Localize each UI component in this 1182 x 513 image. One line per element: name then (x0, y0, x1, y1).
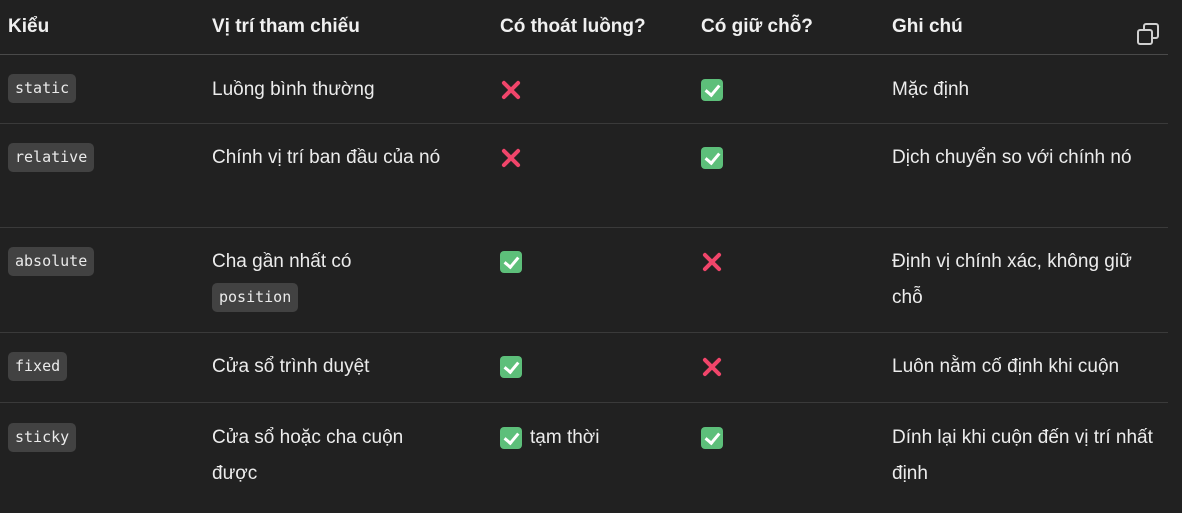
table-row: relative Chính vị trí ban đầu của nó Dịc… (0, 124, 1168, 228)
type-cell: static (8, 71, 77, 107)
note-cell: Dịch chuyển so với chính nó (892, 147, 1132, 168)
type-code: relative (8, 143, 95, 173)
reference-cell: Cha gần nhất có position (212, 244, 452, 316)
table-row: sticky Cửa sổ hoặc cha cuộn được tạm thờ… (0, 403, 1168, 503)
reference-code: position (212, 283, 299, 313)
cross-icon (701, 356, 723, 378)
cross-icon (500, 79, 522, 101)
out-of-flow-cell (500, 244, 522, 280)
out-of-flow-cell (500, 72, 522, 108)
keeps-space-cell (701, 349, 723, 385)
keeps-space-cell (701, 72, 723, 108)
out-of-flow-cell (500, 140, 522, 176)
type-cell: absolute (8, 244, 95, 280)
table-row: absolute Cha gần nhất có position Định v… (0, 228, 1168, 333)
out-of-flow-note: tạm thời (530, 427, 600, 448)
copy-icon-front (1137, 29, 1153, 45)
header-out-of-flow: Có thoát luồng? (500, 16, 646, 37)
check-icon (701, 78, 723, 101)
type-cell: sticky (8, 420, 77, 456)
header-note: Ghi chú (892, 16, 963, 37)
header-keeps-space: Có giữ chỗ? (701, 16, 813, 37)
out-of-flow-cell: tạm thời (500, 420, 599, 456)
header-reference: Vị trí tham chiếu (212, 16, 360, 37)
check-icon (701, 426, 723, 449)
type-code: static (8, 74, 77, 104)
reference-text: Cha gần nhất có (212, 251, 352, 272)
note-cell: Dính lại khi cuộn đến vị trí nhất định (892, 427, 1153, 484)
check-icon (500, 355, 522, 378)
check-icon (500, 427, 522, 449)
note-cell: Định vị chính xác, không giữ chỗ (892, 251, 1132, 308)
cross-icon (500, 147, 522, 169)
check-icon (500, 250, 522, 273)
note-cell: Luôn nằm cố định khi cuộn (892, 356, 1120, 377)
reference-cell: Cửa sổ trình duyệt (212, 356, 370, 377)
type-cell: relative (8, 140, 95, 176)
type-code: absolute (8, 247, 95, 277)
reference-cell: Chính vị trí ban đầu của nó (212, 147, 441, 168)
table-row: fixed Cửa sổ trình duyệt Luôn nằm cố địn… (0, 333, 1168, 403)
copy-icon[interactable] (1136, 22, 1160, 46)
note-cell: Mặc định (892, 79, 970, 100)
check-icon (701, 146, 723, 169)
cross-icon (701, 251, 723, 273)
type-code: sticky (8, 423, 77, 453)
type-cell: fixed (8, 349, 68, 385)
keeps-space-cell (701, 420, 723, 456)
header-type: Kiểu (8, 16, 50, 37)
table-header: Kiểu Vị trí tham chiếu Có thoát luồng? C… (0, 0, 1168, 55)
type-code: fixed (8, 352, 68, 382)
table-row: static Luồng bình thường Mặc định (0, 55, 1168, 124)
positioning-table: Kiểu Vị trí tham chiếu Có thoát luồng? C… (0, 0, 1168, 503)
keeps-space-cell (701, 140, 723, 176)
keeps-space-cell (701, 244, 723, 280)
reference-cell: Luồng bình thường (212, 79, 375, 100)
reference-cell: Cửa sổ hoặc cha cuộn được (212, 427, 404, 484)
out-of-flow-cell (500, 349, 522, 385)
